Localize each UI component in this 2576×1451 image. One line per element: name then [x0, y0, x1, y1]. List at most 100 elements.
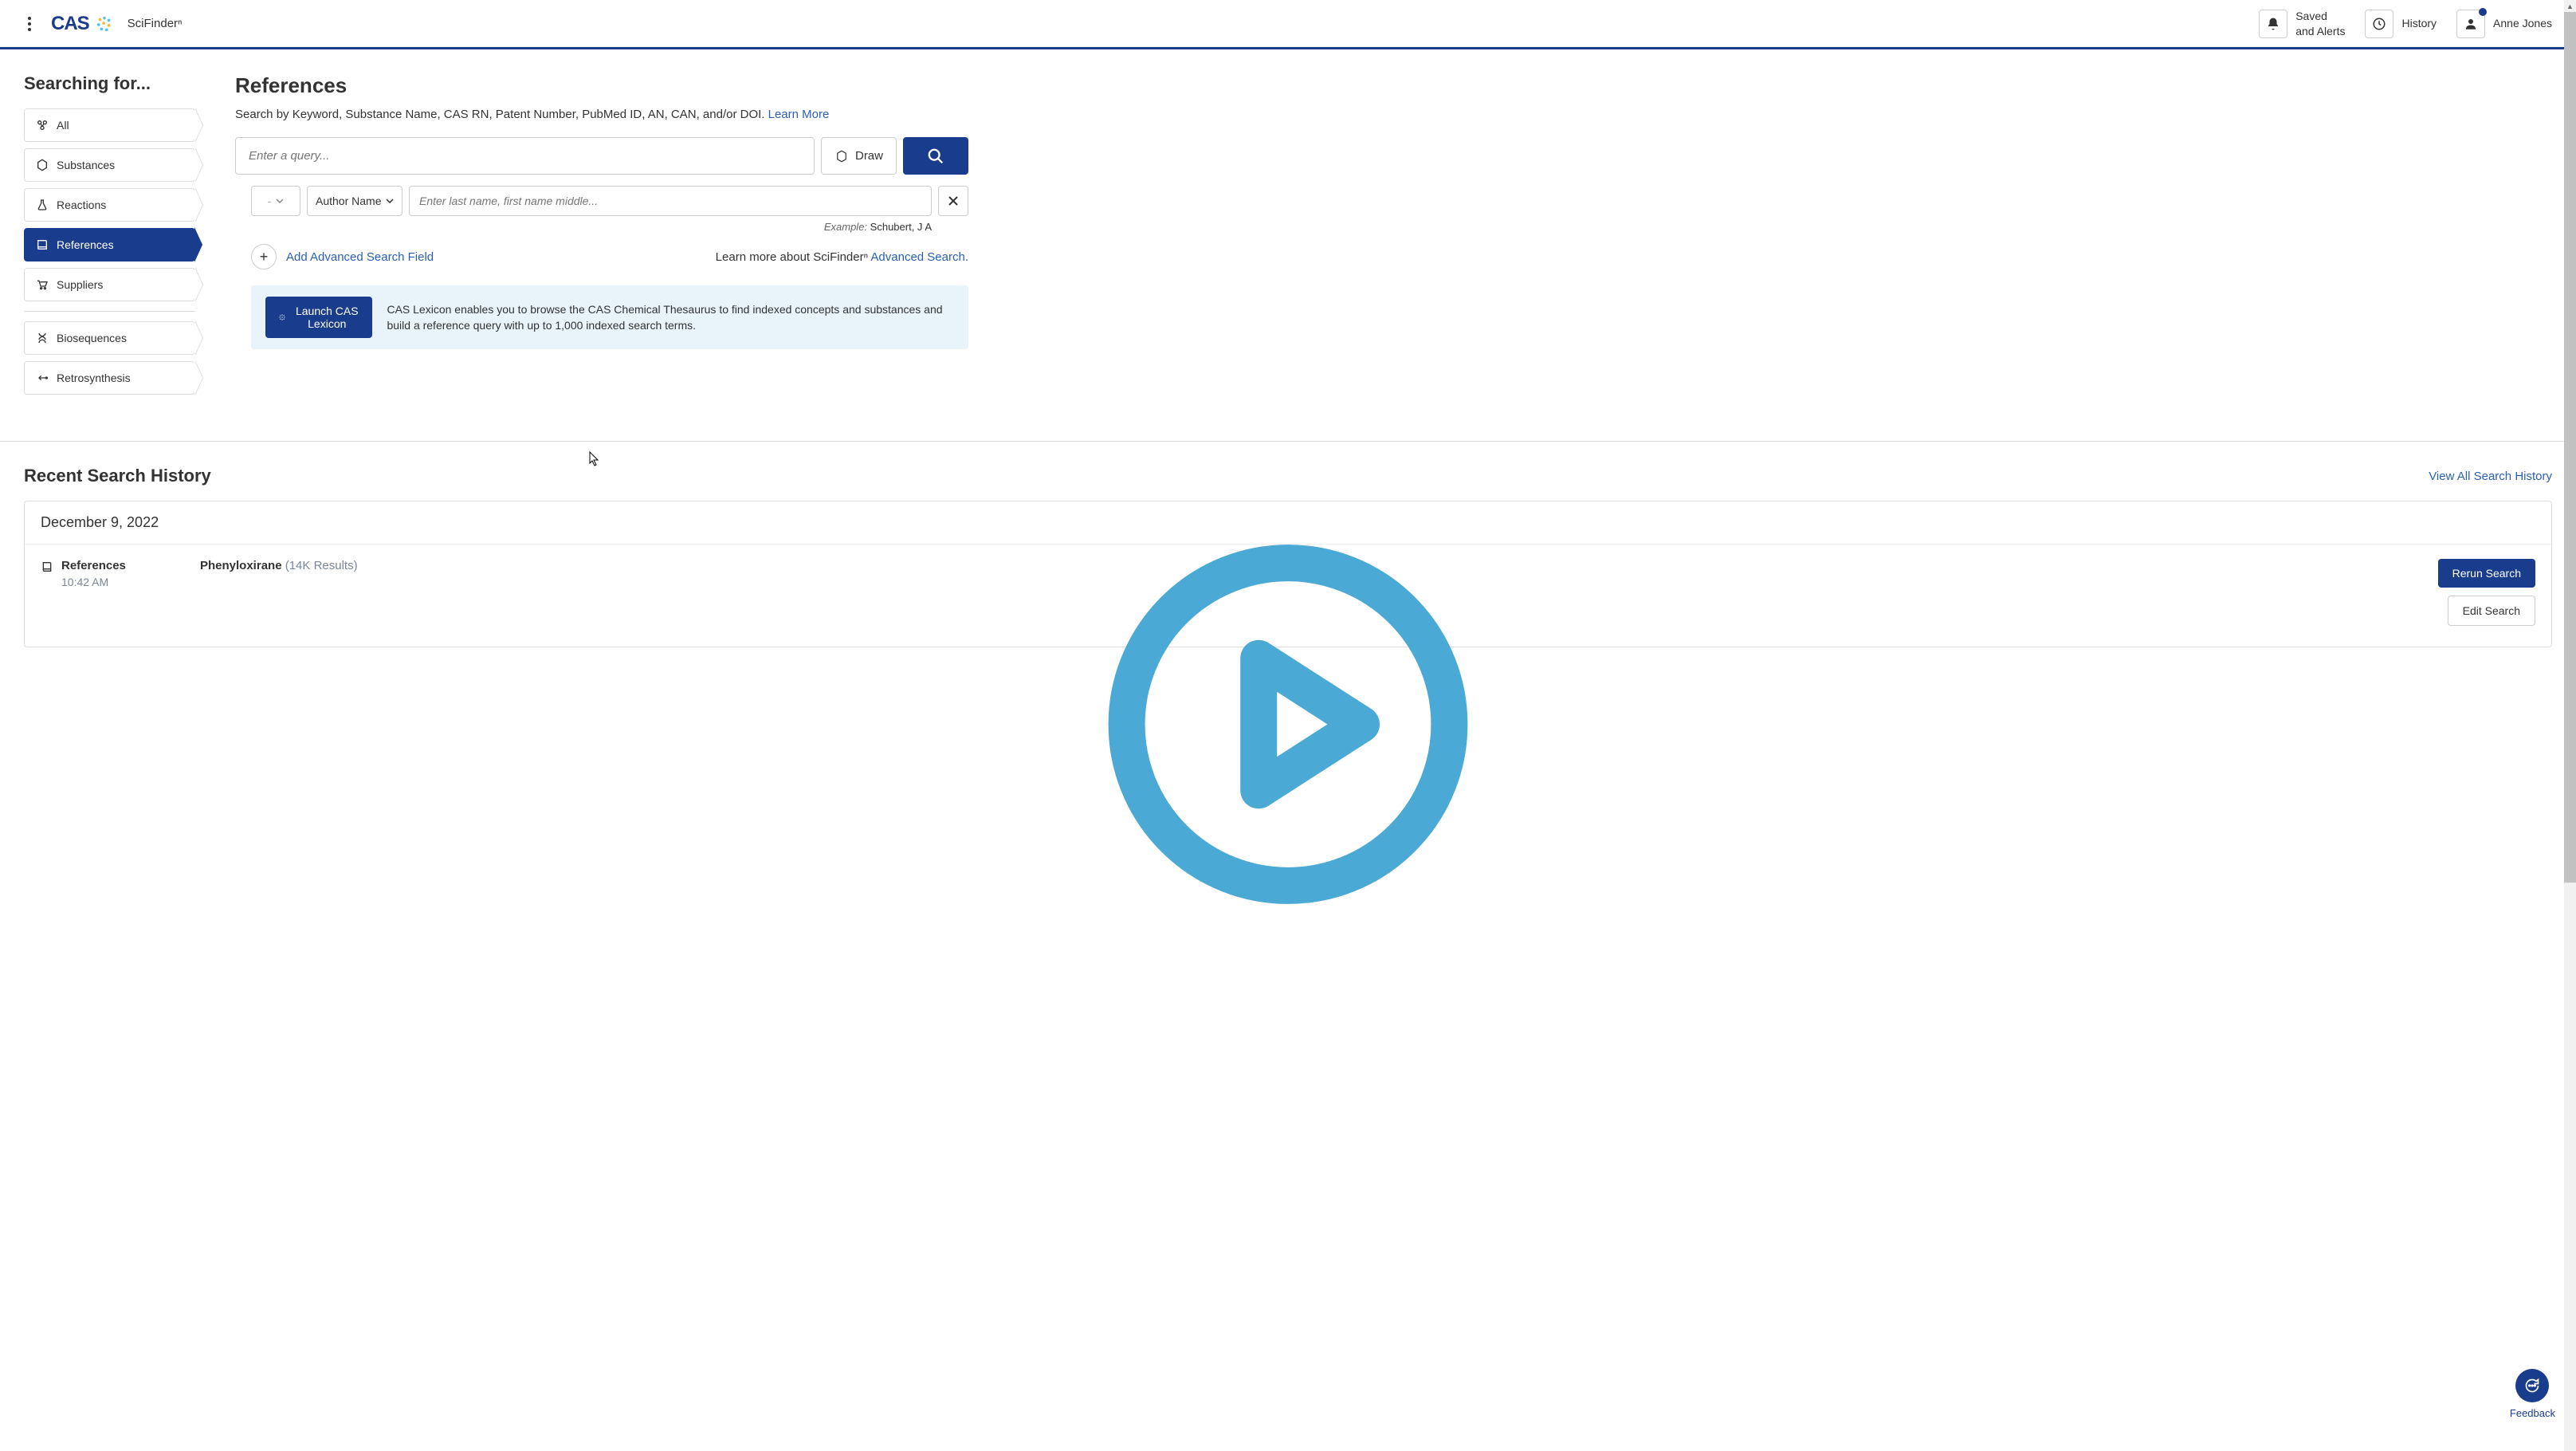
sidebar-item-biosequences[interactable]: Biosequences — [24, 321, 195, 355]
field-select[interactable]: Author Name — [307, 186, 402, 216]
remove-field-button[interactable] — [938, 186, 968, 216]
app-name: SciFinderⁿ — [128, 17, 183, 30]
history-title: Recent Search History — [24, 466, 211, 486]
search-button[interactable] — [903, 137, 968, 175]
cart-icon — [36, 278, 49, 291]
learn-advanced: Learn more about SciFinderⁿ Advanced Sea… — [716, 250, 968, 264]
history-label: History — [2401, 16, 2437, 30]
search-input[interactable] — [235, 137, 815, 175]
bell-icon — [2259, 10, 2287, 38]
draw-button[interactable]: Draw — [821, 137, 897, 175]
user-menu[interactable]: Anne Jones — [2456, 10, 2552, 38]
history-item: References 10:42 AM Phenyloxirane (14K R… — [25, 545, 2551, 647]
all-icon — [36, 119, 49, 132]
sidebar-item-label: Reactions — [57, 199, 106, 211]
history-item-time: 10:42 AM — [61, 576, 126, 588]
history-date: December 9, 2022 — [25, 501, 2551, 545]
sidebar-item-label: Substances — [57, 159, 115, 171]
history-header: Recent Search History View All Search Hi… — [24, 466, 2552, 486]
search-icon — [927, 147, 944, 165]
saved-alerts-button[interactable]: Saved and Alerts — [2259, 9, 2345, 37]
logo-icon — [96, 15, 113, 33]
add-field-label: Add Advanced Search Field — [286, 250, 434, 264]
lexicon-banner: Launch CAS Lexicon CAS Lexicon enables y… — [251, 285, 968, 349]
history-button[interactable]: History — [2365, 10, 2437, 38]
dna-icon — [36, 332, 49, 344]
hexagon-icon — [36, 159, 49, 171]
author-input[interactable] — [409, 186, 932, 216]
sidebar-item-all[interactable]: All — [24, 108, 195, 142]
query-count: (14K Results) — [285, 559, 358, 572]
sidebar-item-suppliers[interactable]: Suppliers — [24, 268, 195, 301]
subtitle: Search by Keyword, Substance Name, CAS R… — [235, 108, 968, 121]
query-text: Phenyloxirane — [200, 559, 282, 572]
user-name: Anne Jones — [2493, 16, 2552, 30]
example-text: Example: Schubert, J A — [235, 221, 932, 233]
sidebar-item-label: Suppliers — [57, 278, 103, 291]
book-icon — [41, 560, 53, 573]
learn-adv-pre: Learn more about SciFinderⁿ — [716, 250, 871, 264]
header-right: Saved and Alerts History Anne Jones — [2259, 9, 2552, 37]
sidebar: Searching for... All Substances Reaction… — [24, 73, 195, 401]
notification-dot — [2479, 8, 2487, 16]
field-value: Author Name — [316, 195, 381, 207]
sidebar-item-reactions[interactable]: Reactions — [24, 188, 195, 222]
sidebar-item-label: Retrosynthesis — [57, 372, 131, 384]
feedback-button[interactable]: Feedback — [2510, 1369, 2555, 1419]
sidebar-divider — [24, 311, 195, 312]
sidebar-title: Searching for... — [24, 73, 195, 94]
logo-text: CAS — [51, 13, 89, 35]
view-all-history-link[interactable]: View All Search History — [2429, 470, 2552, 483]
add-field-button[interactable]: + Add Advanced Search Field — [251, 244, 434, 269]
history-item-meta: References 10:42 AM — [41, 559, 184, 588]
search-row: Draw — [235, 137, 968, 175]
operator-value: - — [268, 195, 272, 207]
chevron-down-icon — [276, 197, 284, 205]
learn-adv-link[interactable]: Advanced Search. — [870, 250, 968, 264]
learn-more-link[interactable]: Learn More — [768, 108, 830, 121]
page-title: References — [235, 73, 968, 98]
lexicon-icon — [278, 311, 286, 324]
history-item-actions: Rerun Search Edit Search — [2438, 559, 2535, 626]
feedback-label: Feedback — [2510, 1407, 2555, 1419]
user-icon — [2456, 10, 2485, 38]
add-field-row: + Add Advanced Search Field Learn more a… — [251, 244, 968, 269]
draw-label: Draw — [855, 149, 883, 163]
operator-select[interactable]: - — [251, 186, 300, 216]
rerun-search-button[interactable]: Rerun Search — [2438, 559, 2535, 588]
scroll-up-icon[interactable]: ▲ — [2564, 0, 2576, 12]
retro-icon — [36, 372, 49, 384]
sidebar-item-label: References — [57, 238, 114, 251]
history-section: Recent Search History View All Search Hi… — [0, 442, 2576, 671]
clock-icon — [2365, 10, 2393, 38]
app-header: CAS SciFinderⁿ Saved and Alerts History — [0, 0, 2576, 49]
launch-lexicon-button[interactable]: Launch CAS Lexicon — [265, 297, 372, 338]
example-value: Schubert, J A — [870, 221, 932, 233]
edit-search-button[interactable]: Edit Search — [2448, 596, 2535, 626]
plus-icon: + — [251, 244, 277, 269]
history-item-query: Phenyloxirane (14K Results) — [200, 559, 2422, 572]
scrollbar[interactable]: ▲ — [2564, 0, 2576, 1451]
hexagon-icon — [834, 149, 849, 163]
lexicon-description: CAS Lexicon enables you to browse the CA… — [387, 301, 954, 334]
feedback-icon — [2515, 1369, 2549, 1402]
sidebar-item-label: All — [57, 119, 69, 132]
sidebar-item-label: Biosequences — [57, 332, 127, 344]
book-icon — [36, 238, 49, 251]
logo[interactable]: CAS SciFinderⁿ — [51, 13, 183, 35]
flask-icon — [36, 199, 49, 211]
advanced-search-row: - Author Name — [251, 186, 968, 216]
menu-icon[interactable] — [24, 13, 35, 35]
content: References Search by Keyword, Substance … — [235, 73, 968, 401]
chevron-down-icon — [386, 197, 394, 205]
history-card: December 9, 2022 References 10:42 AM Phe… — [24, 501, 2552, 647]
scrollbar-thumb[interactable] — [2564, 12, 2576, 883]
close-icon — [948, 195, 959, 206]
lexicon-button-label: Launch CAS Lexicon — [294, 305, 359, 330]
main-container: Searching for... All Substances Reaction… — [0, 49, 2576, 409]
sidebar-item-references[interactable]: References — [24, 228, 195, 261]
sidebar-item-retrosynthesis[interactable]: Retrosynthesis — [24, 361, 195, 395]
saved-alerts-label: Saved and Alerts — [2295, 9, 2345, 37]
sidebar-item-substances[interactable]: Substances — [24, 148, 195, 182]
header-left: CAS SciFinderⁿ — [24, 13, 183, 35]
